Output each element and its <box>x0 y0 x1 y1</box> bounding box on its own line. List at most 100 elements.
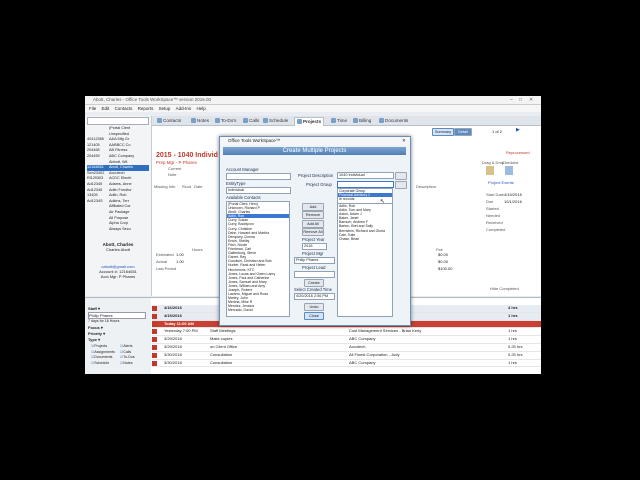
dialog-close-icon[interactable]: ✕ <box>402 137 406 145</box>
needed-label: Needed <box>486 213 501 218</box>
agenda-row[interactable]: 3/29/2016 on Client Office Accutech 0.25 hr… <box>152 344 541 352</box>
drag-drop-icon[interactable] <box>486 166 494 175</box>
type-checkbox[interactable]: ☑Documents <box>91 355 120 360</box>
created-time-select[interactable]: 4/20/2016 2:56 PM <box>294 293 335 300</box>
completed-label: Completed <box>486 227 506 232</box>
type-checkbox[interactable]: ☑To-Dos <box>120 355 149 360</box>
type-filter-label[interactable]: Type ▾ <box>88 337 100 342</box>
selected-contacts-list[interactable]: Adlin, Rob Adlin, Tom and Mary Aston, Adam… <box>337 203 393 317</box>
priority-filter-label[interactable]: Priority ▾ <box>88 331 105 336</box>
type-checkbox[interactable]: ☑Alerts <box>120 344 149 349</box>
contact-row[interactable]: Always Secu <box>87 227 149 233</box>
agenda-duration: 1 hrs <box>508 328 517 334</box>
close-icon[interactable]: ✕ <box>529 96 533 104</box>
project-description-label: Project Description <box>298 173 334 178</box>
received-label: Received <box>486 220 503 225</box>
staff-filter-label[interactable]: Staff ▾ <box>88 306 100 311</box>
next-arrow-icon[interactable]: ▶ <box>516 127 520 133</box>
contact-list: (Portal Clent Unspecified 40412385 A&A Mfg … <box>87 126 149 232</box>
type-checkbox[interactable]: ☑Notes <box>120 361 149 366</box>
available-contact-item[interactable]: Mercado, David <box>227 308 289 312</box>
staff-select[interactable]: Philip Phares <box>88 312 146 319</box>
project-lead-select[interactable] <box>294 271 335 278</box>
date-label: Date <box>194 184 203 189</box>
hide-completed-label[interactable]: Hide Completed <box>490 286 519 291</box>
tab-time[interactable]: Time <box>329 117 349 125</box>
missing-info-label: Missing Info <box>154 184 176 189</box>
available-contacts-list[interactable]: (Portal Clent, Hero) Unknown, Richard P Ab… <box>226 201 290 317</box>
dialog-header: Create Multiple Projects <box>223 147 406 155</box>
project-events-link[interactable]: Project Events <box>488 180 514 185</box>
available-contacts-label: Available Contacts <box>226 195 261 200</box>
agenda-description: Make copies <box>210 336 233 342</box>
start-date-value[interactable]: 4/15/2015 <box>504 192 522 197</box>
close-button[interactable]: Close <box>304 312 324 320</box>
remove-all-button[interactable]: Remove All <box>302 228 324 236</box>
menu-contacts[interactable]: Contacts <box>115 105 133 112</box>
create-button[interactable]: Create <box>304 279 324 287</box>
description-label: Description <box>416 184 437 189</box>
remove-button[interactable]: Remove <box>302 211 324 219</box>
agenda-row[interactable]: Yesterday 7:00 PM Staff Meetings Cost Mana… <box>152 328 541 337</box>
contact-search-input[interactable] <box>87 117 149 125</box>
project-description-button[interactable] <box>395 172 407 180</box>
menu-reports[interactable]: Reports <box>138 105 154 112</box>
project-year-label: Project Year <box>302 237 325 242</box>
summary-button[interactable]: Summary <box>432 128 454 136</box>
agenda-row[interactable]: 3/30/2016 Consultation ABC Company 1 hrs <box>152 360 541 368</box>
fee-actual: $0.00 <box>438 259 449 264</box>
type-checkbox[interactable]: ☑Projects <box>91 344 120 349</box>
agenda-date: 3/30/2016 <box>164 351 182 357</box>
tab-contacts[interactable]: Contacts <box>155 117 183 125</box>
dialog-titlebar: Office Tools WorkSpace™ ✕ <box>220 137 410 145</box>
started-label: Started <box>486 206 499 211</box>
menu-addins[interactable]: Add-Ins <box>176 105 192 112</box>
agenda-duration: 0.25 hrs <box>508 351 523 357</box>
menu-setup[interactable]: Setup <box>159 105 171 112</box>
billing-icon <box>353 118 358 123</box>
account-manager-select[interactable] <box>226 173 291 180</box>
priority-marker <box>152 306 157 311</box>
entity-type-select[interactable]: Individual <box>226 187 291 194</box>
undo-button[interactable]: Undo <box>304 303 324 311</box>
tab-billing[interactable]: Billing <box>351 117 373 125</box>
type-checkbox[interactable]: ☑Calls <box>120 350 149 355</box>
create-multiple-projects-dialog: Office Tools WorkSpace™ ✕ Create Multipl… <box>219 136 411 326</box>
tab-label: Billing <box>359 118 372 123</box>
project-group-button[interactable] <box>395 181 407 189</box>
agenda-row[interactable]: 3/29/2016 Make copies ABC Company 1 hrs <box>152 336 541 344</box>
project-lead-label: Project Lead <box>302 265 326 270</box>
menu-file[interactable]: File <box>89 105 96 112</box>
todo-icon <box>215 118 220 123</box>
type-checkbox[interactable]: ☑Schedule <box>91 361 120 366</box>
tab-notes[interactable]: Notes <box>189 117 211 125</box>
agenda-row[interactable]: 3/30/2016 Consultation All Finest Corporat… <box>152 352 541 360</box>
tab-projects[interactable]: Projects <box>294 117 325 126</box>
project-group-select[interactable] <box>337 181 394 188</box>
select-created-time-label: Select Created Time <box>294 287 332 292</box>
menu-edit[interactable]: Edit <box>102 105 110 112</box>
maximize-icon[interactable]: □ <box>519 96 522 104</box>
contact-card: Abott, Charles Charles Abott cabott@gmai… <box>87 242 149 292</box>
calendar-icon <box>263 118 268 123</box>
tab-calls[interactable]: Calls <box>241 117 261 125</box>
minimize-icon[interactable]: – <box>510 96 513 104</box>
checklist-icon[interactable] <box>505 166 513 175</box>
agenda-duration: 1 hrs <box>508 336 517 342</box>
project-description-select[interactable]: 1040 Individual <box>337 172 394 179</box>
tab-todos[interactable]: To-Do's <box>213 117 238 125</box>
project-mgr-select[interactable]: Philip Phares <box>294 257 335 264</box>
project-year-select[interactable]: 2016 <box>302 243 327 250</box>
detail-button[interactable]: Detail <box>454 128 472 136</box>
add-button[interactable]: Add <box>302 203 324 211</box>
menu-bar: File Edit Contacts Reports Setup Add-Ins… <box>85 105 541 112</box>
tab-documents[interactable]: Documents <box>377 117 410 125</box>
focus-filter-label[interactable]: Focus ▾ <box>88 325 103 330</box>
add-all-button[interactable]: Add All <box>302 220 324 228</box>
menu-help[interactable]: Help <box>196 105 205 112</box>
mouse-cursor-icon: ↖ <box>380 199 386 205</box>
tab-schedule[interactable]: Schedule <box>261 117 290 125</box>
due-date-value[interactable]: 10/1/2016 <box>504 199 522 204</box>
selected-contact-item[interactable]: Chase, Brian <box>338 237 392 241</box>
type-checkbox[interactable]: ☑Assignments <box>91 350 120 355</box>
